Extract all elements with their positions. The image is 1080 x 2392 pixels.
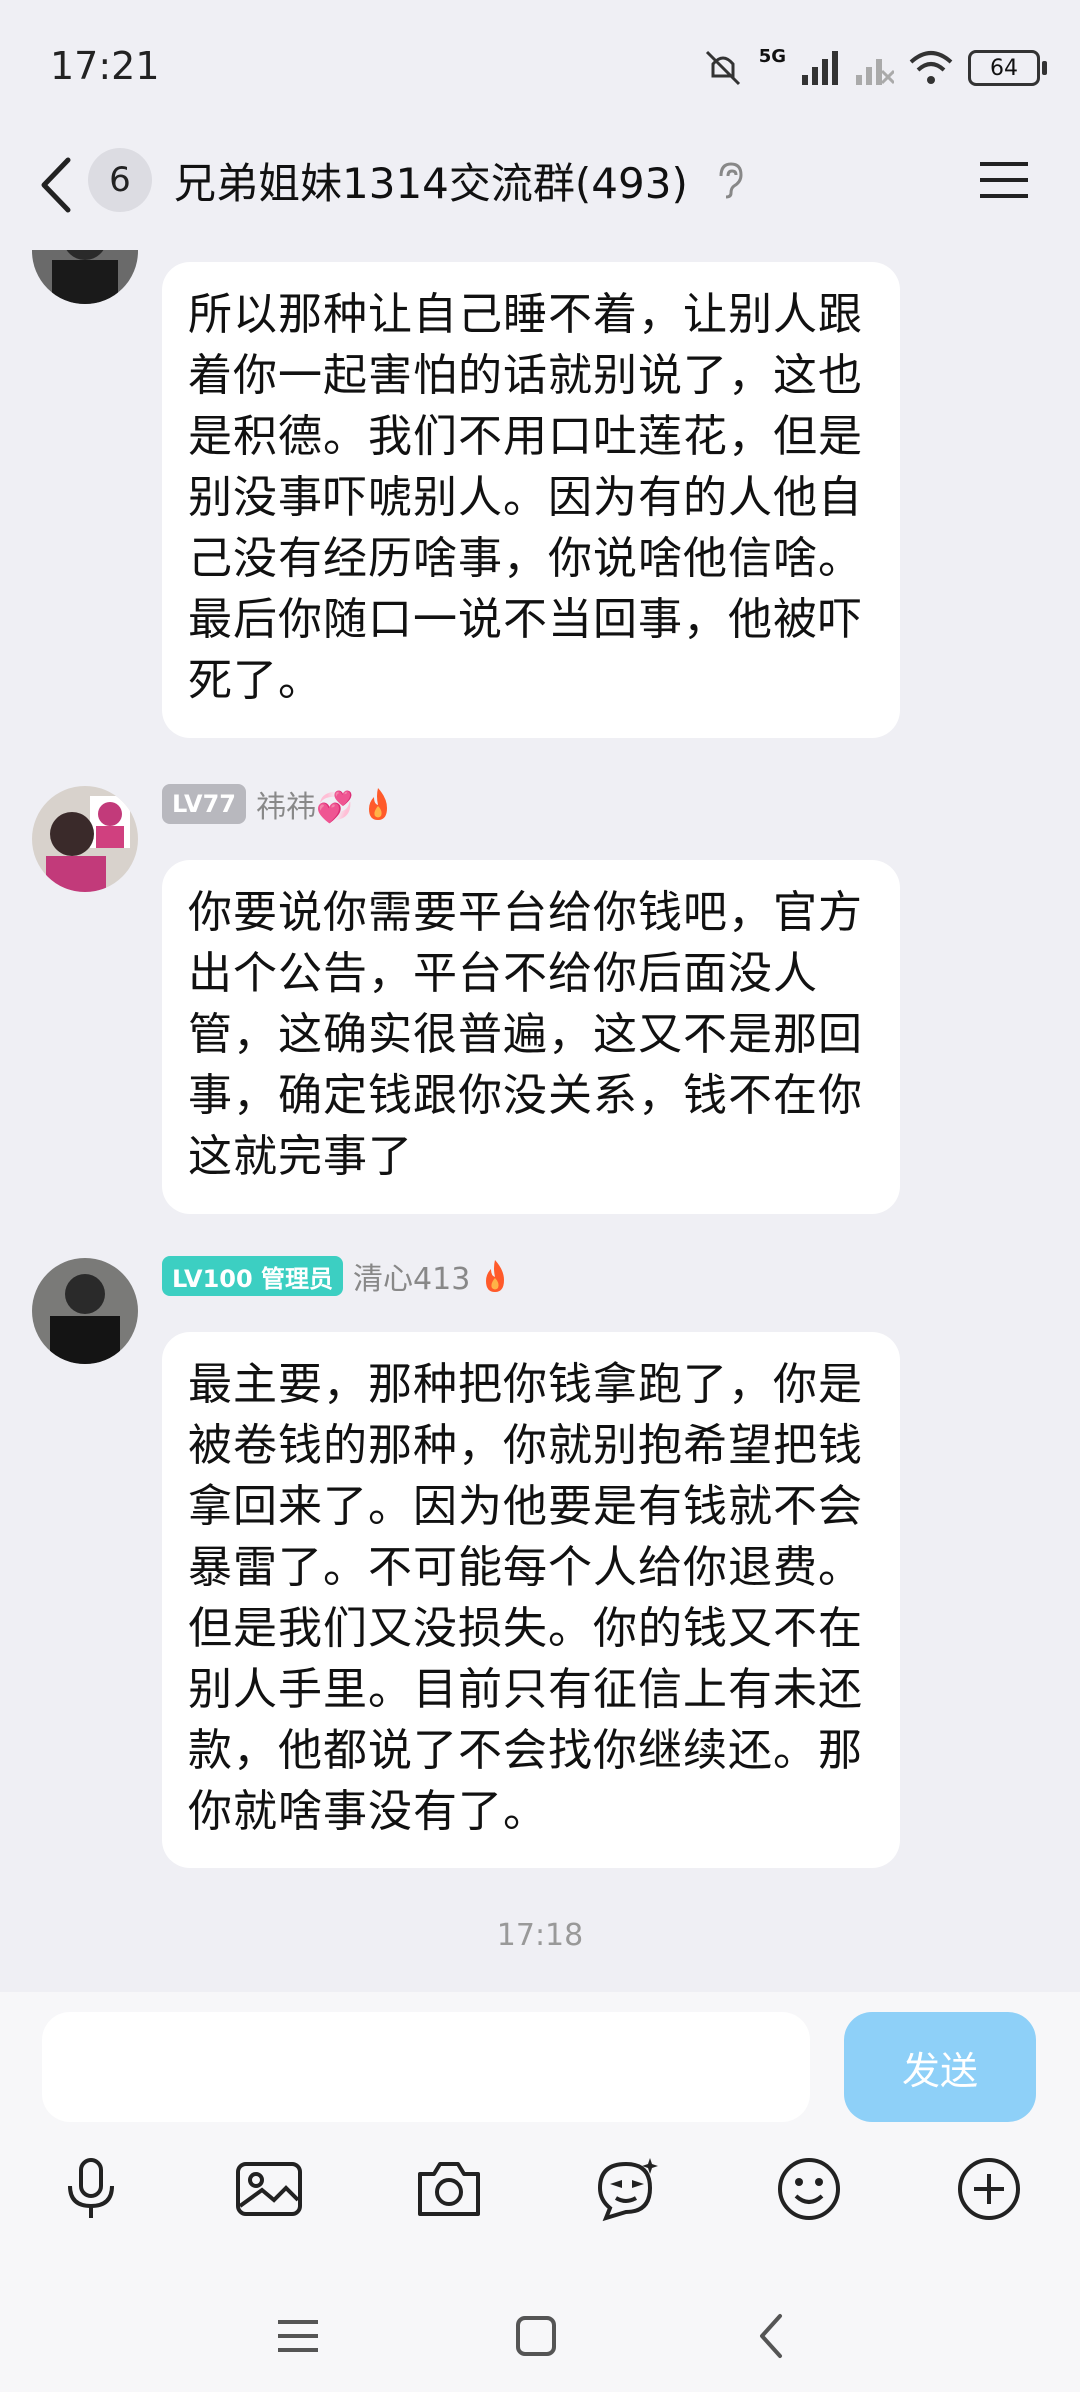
image-icon[interactable]: [234, 2154, 304, 2224]
message-bubble[interactable]: 最主要，那种把你钱拿跑了，你是被卷钱的那种，你就别抱希望把钱拿回来了。因为他要是…: [162, 1332, 900, 1868]
camera-icon[interactable]: [414, 2154, 484, 2224]
sender-line: LV77 祎祎💞: [162, 782, 393, 826]
microphone-icon[interactable]: [56, 2154, 126, 2224]
ear-mode-icon[interactable]: [712, 160, 746, 200]
back-arrow-icon[interactable]: [30, 150, 90, 220]
system-nav-bar: [0, 2280, 1080, 2392]
unread-count-badge[interactable]: 6: [88, 148, 152, 212]
status-icons: 5G 64: [701, 45, 1047, 90]
battery-icon: 64: [968, 50, 1047, 86]
sender-line: LV100 管理员 清心413: [162, 1254, 510, 1298]
menu-icon[interactable]: [978, 160, 1030, 200]
signal-2-icon: [856, 59, 894, 85]
message-list[interactable]: 所以那种让自己睡不着，让别人跟着你一起害怕的话就别说了，这也是积德。我们不用口吐…: [0, 250, 1080, 1992]
status-time: 17:21: [50, 44, 160, 88]
message-input[interactable]: [42, 2012, 810, 2122]
avatar[interactable]: [32, 786, 138, 892]
sender-name[interactable]: 清心413: [353, 1254, 470, 1298]
plus-icon[interactable]: [954, 2154, 1024, 2224]
send-button[interactable]: 发送: [844, 2012, 1036, 2122]
message-bubble[interactable]: 所以那种让自己睡不着，让别人跟着你一起害怕的话就别说了，这也是积德。我们不用口吐…: [162, 262, 900, 738]
battery-level: 64: [990, 55, 1018, 81]
sticker-face-icon[interactable]: [592, 2154, 662, 2224]
level-badge: LV77: [162, 784, 246, 824]
recent-apps-icon[interactable]: [270, 2308, 326, 2364]
admin-level-badge: LV100 管理员: [162, 1256, 344, 1296]
status-bar: 17:21 5G 64: [0, 0, 1080, 140]
flame-icon: [486, 1260, 505, 1292]
signal-icon: [802, 51, 838, 85]
home-icon[interactable]: [508, 2308, 564, 2364]
mute-icon: [705, 50, 740, 86]
message-timestamp: 17:18: [496, 1918, 584, 1953]
message-bubble[interactable]: 你要说你需要平台给你钱吧，官方出个公告，平台不给你后面没人管，这确实很普遍，这又…: [162, 860, 900, 1214]
wifi-icon: [909, 51, 953, 84]
back-nav-icon[interactable]: [744, 2308, 800, 2364]
sender-name[interactable]: 祎祎💞: [256, 782, 353, 826]
avatar[interactable]: [32, 1258, 138, 1364]
avatar[interactable]: [32, 250, 138, 304]
network-type: 5G: [758, 45, 786, 67]
flame-icon: [369, 788, 388, 820]
group-title[interactable]: 兄弟姐妹1314交流群(493): [174, 150, 688, 211]
emoji-icon[interactable]: [774, 2154, 844, 2224]
